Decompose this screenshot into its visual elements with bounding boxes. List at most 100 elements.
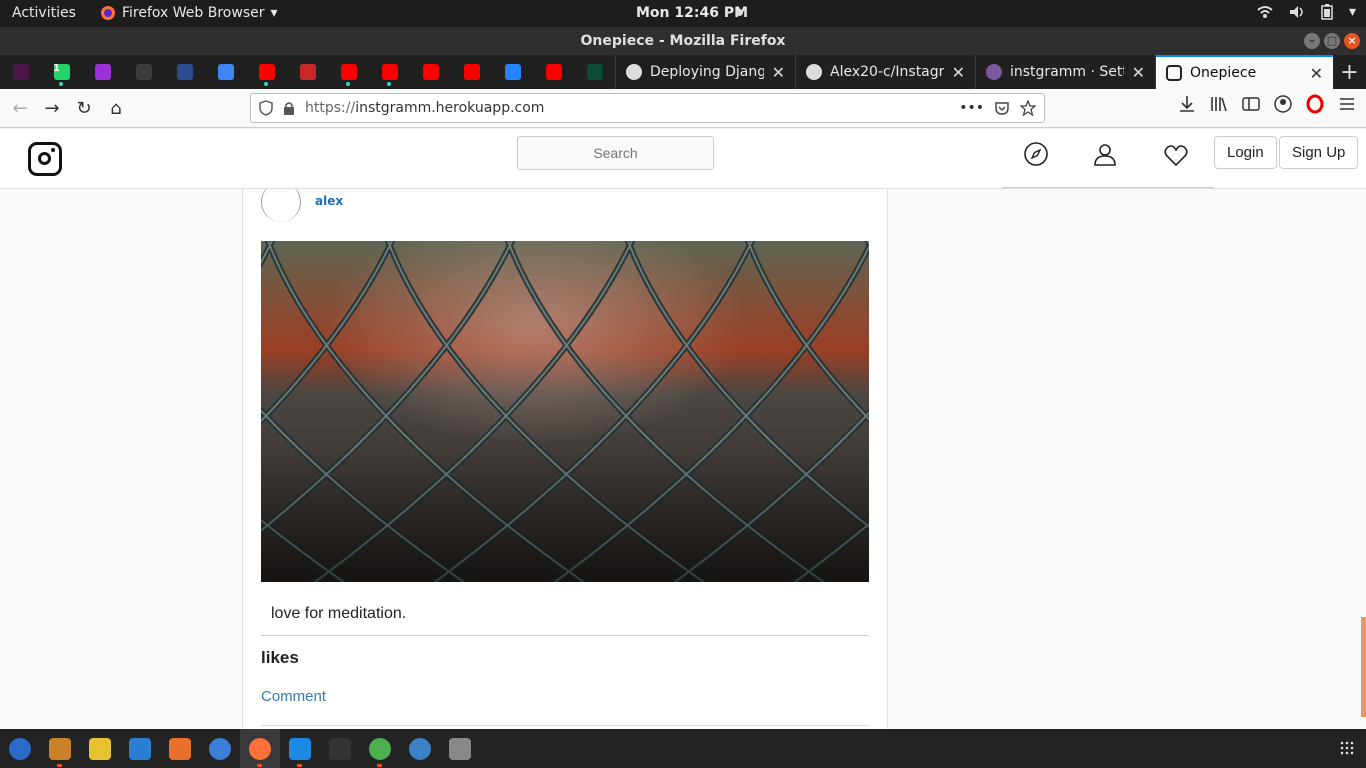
search-input[interactable] [517, 136, 714, 170]
playing-indicator [264, 82, 268, 86]
heart-icon[interactable] [1163, 143, 1189, 169]
opera-vpn-icon[interactable] [1304, 93, 1326, 115]
browser-tab[interactable]: Alex20-c/Instagra ✕ [795, 55, 975, 89]
signup-button[interactable]: Sign Up [1279, 136, 1359, 169]
close-tab-icon[interactable]: ✕ [1132, 63, 1145, 82]
login-button[interactable]: Login [1214, 136, 1277, 169]
youtube-music-icon [258, 64, 275, 80]
tab-badge: 1 [53, 63, 60, 74]
tab-strip: 1 Deploying Django ✕ Alex20-c/Instagra ✕ ins… [0, 55, 1366, 89]
minimize-button[interactable]: – [1304, 33, 1320, 49]
pinned-tab[interactable] [0, 55, 41, 89]
post-caption: love for meditation. [271, 605, 407, 622]
forward-arrow-icon: → [44, 97, 60, 119]
scrollbar-thumb[interactable] [1361, 617, 1366, 717]
url-text: https://instgramm.herokuapp.com [305, 100, 949, 116]
open-tabs: Deploying Django ✕ Alex20-c/Instagra ✕ instg… [615, 55, 1333, 89]
pinned-tab[interactable] [369, 55, 410, 89]
bookmark-star-icon[interactable] [1020, 100, 1036, 116]
clock[interactable]: Mon 12:46 PM [636, 5, 748, 21]
dock-item[interactable] [360, 729, 400, 768]
hamburger-menu-icon[interactable] [1336, 93, 1358, 115]
post-photo[interactable] [261, 241, 869, 582]
dock-item[interactable] [120, 729, 160, 768]
pinned-tab[interactable]: 1 [41, 55, 82, 89]
youtube-icon [463, 64, 480, 80]
playing-indicator [346, 82, 350, 86]
dock-item[interactable] [400, 729, 440, 768]
pinned-tab[interactable] [205, 55, 246, 89]
lock-icon [284, 102, 294, 115]
notification-dot [736, 9, 743, 16]
software-center-icon [169, 737, 191, 760]
devsite-icon [176, 64, 193, 80]
library-icon[interactable] [1208, 93, 1230, 115]
home-icon: ⌂ [110, 97, 122, 119]
dock-item[interactable] [320, 729, 360, 768]
dock-item[interactable] [40, 729, 80, 768]
home-button[interactable]: ⌂ [100, 92, 132, 124]
google-docs-icon [217, 64, 234, 80]
post-card: alex love for meditation. likes Comment [242, 169, 888, 729]
pinned-tab[interactable] [246, 55, 287, 89]
heroku-icon [986, 64, 1002, 80]
close-tab-icon[interactable]: ✕ [952, 63, 965, 82]
system-tray[interactable]: ▾ [1257, 4, 1356, 20]
dock-item[interactable] [280, 729, 320, 768]
dock-item[interactable] [200, 729, 240, 768]
app-menu[interactable]: Firefox Web Browser ▾ [100, 5, 278, 21]
close-tab-icon[interactable]: ✕ [1310, 64, 1323, 83]
url-bar[interactable]: https://instgramm.herokuapp.com ••• [250, 93, 1045, 123]
sidebar-icon[interactable] [1240, 93, 1262, 115]
show-applications-icon[interactable] [1340, 741, 1354, 755]
activities-button[interactable]: Activities [12, 5, 76, 21]
close-tab-icon[interactable]: ✕ [772, 63, 785, 82]
pinned-tab[interactable] [328, 55, 369, 89]
volume-icon [1289, 6, 1303, 18]
browser-tab[interactable]: Deploying Django ✕ [615, 55, 795, 89]
pinned-tab[interactable] [164, 55, 205, 89]
chevron-down-icon: ▾ [1348, 4, 1356, 20]
app-menu-label: Firefox Web Browser [122, 5, 265, 21]
account-icon[interactable] [1272, 93, 1294, 115]
tab-label: Alex20-c/Instagra [830, 64, 944, 80]
maximize-button[interactable]: □ [1324, 33, 1340, 49]
pinned-tab[interactable] [82, 55, 123, 89]
reload-button[interactable]: ↻ [68, 92, 100, 124]
comment-link[interactable]: Comment [261, 688, 326, 705]
new-tab-button[interactable]: + [1333, 55, 1366, 89]
toolbar-right [1176, 93, 1358, 115]
pinned-tab[interactable] [287, 55, 328, 89]
post-author-link[interactable]: alex [315, 194, 343, 208]
browser-tab[interactable]: instgramm · Settin ✕ [975, 55, 1155, 89]
instagram-icon [1166, 65, 1182, 81]
dock-item[interactable] [240, 729, 280, 768]
instagram-logo-icon[interactable] [28, 142, 62, 176]
profile-icon[interactable] [1092, 141, 1118, 167]
running-indicator [297, 764, 302, 767]
pinned-tab[interactable] [410, 55, 451, 89]
back-button[interactable]: ← [4, 92, 36, 124]
pinned-tab[interactable] [123, 55, 164, 89]
dock-item[interactable] [80, 729, 120, 768]
pinned-tab[interactable] [451, 55, 492, 89]
dock-item[interactable] [160, 729, 200, 768]
system-top-bar: Activities Firefox Web Browser ▾ Mon 12:… [0, 0, 1366, 27]
forward-button[interactable]: → [36, 92, 68, 124]
download-icon[interactable] [1176, 93, 1198, 115]
pinned-tab[interactable] [492, 55, 533, 89]
slack-icon [12, 64, 29, 80]
rhythmbox-icon [89, 737, 111, 760]
pocket-icon[interactable] [994, 100, 1010, 116]
likes-label: likes [261, 648, 299, 667]
explore-compass-icon[interactable] [1023, 141, 1049, 167]
pinned-tab[interactable] [574, 55, 615, 89]
firefox-icon [101, 6, 115, 20]
running-indicator [257, 764, 262, 767]
dock-item[interactable] [440, 729, 480, 768]
dock-item[interactable] [0, 729, 40, 768]
close-window-button[interactable]: × [1344, 33, 1360, 49]
pinned-tab[interactable] [533, 55, 574, 89]
browser-tab[interactable]: Onepiece ✕ [1155, 55, 1333, 89]
page-actions-icon[interactable]: ••• [959, 100, 984, 116]
